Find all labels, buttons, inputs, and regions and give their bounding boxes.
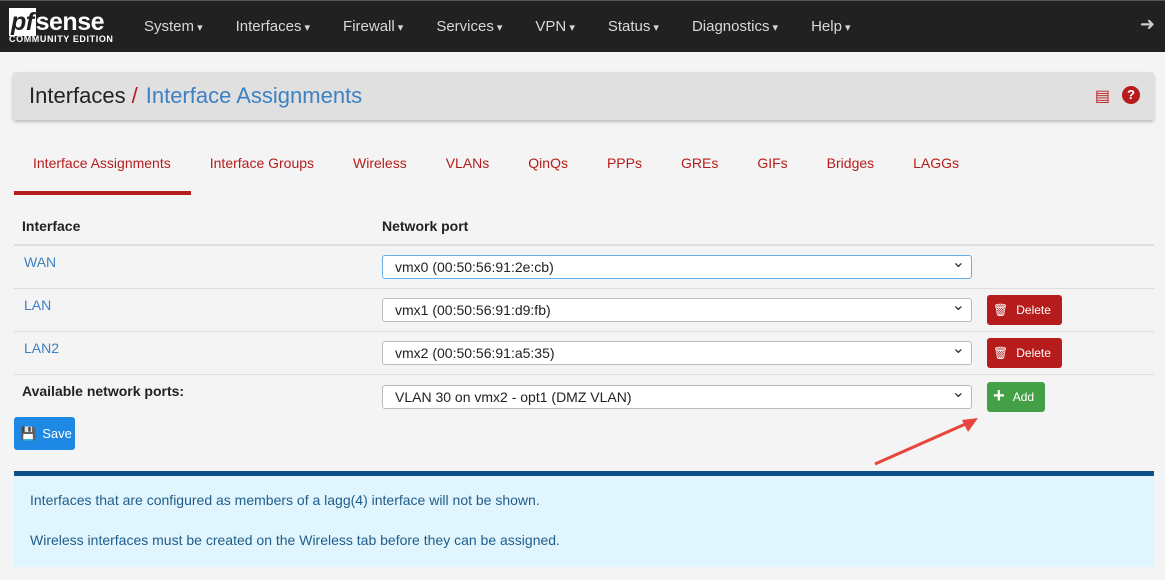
info-text: Wireless interfaces must be created on t… <box>30 532 560 548</box>
help-icon[interactable]: ? <box>1122 86 1140 104</box>
info-box: Interfaces that are configured as member… <box>14 471 1154 567</box>
trash-icon: 🗑 <box>993 303 1009 317</box>
tab-interface-groups[interactable]: Interface Groups <box>191 150 334 195</box>
breadcrumb-separator: / <box>131 83 138 108</box>
table-row: LAN vmx1 (00:50:56:91:d9:fb) 🗑Delete <box>14 289 1154 332</box>
trash-icon: 🗑 <box>993 346 1009 360</box>
nav-services[interactable]: Services <box>422 18 521 35</box>
save-button[interactable]: 💾 Save <box>14 417 75 450</box>
interface-link[interactable]: LAN <box>24 297 51 313</box>
nav-system[interactable]: System <box>130 18 222 35</box>
tab-wireless[interactable]: Wireless <box>334 150 427 195</box>
annotation-arrow <box>874 418 978 466</box>
tab-qinqs[interactable]: QinQs <box>509 150 588 195</box>
port-select[interactable]: vmx1 (00:50:56:91:d9:fb) <box>382 295 972 322</box>
nav-status[interactable]: Status <box>594 18 678 35</box>
nav-help[interactable]: Help <box>797 18 869 35</box>
nav-vpn[interactable]: VPN <box>521 18 593 35</box>
interface-link[interactable]: LAN2 <box>24 340 59 356</box>
port-select[interactable]: vmx2 (00:50:56:91:a5:35) <box>382 338 972 365</box>
tab-vlans[interactable]: VLANs <box>427 150 510 195</box>
tab-bar: Interface Assignments Interface Groups W… <box>14 150 979 195</box>
add-button[interactable]: + Add <box>987 381 1046 412</box>
nav-firewall[interactable]: Firewall <box>329 18 422 35</box>
breadcrumb-current[interactable]: Interface Assignments <box>146 83 362 109</box>
logo-pf: pf <box>9 7 36 36</box>
header-interface: Interface <box>22 218 81 234</box>
header-network-port: Network port <box>382 218 469 234</box>
tab-laggs[interactable]: LAGGs <box>894 150 979 195</box>
info-text: Interfaces that are configured as member… <box>30 492 540 508</box>
tab-gres[interactable]: GREs <box>662 150 738 195</box>
breadcrumb-parent[interactable]: Interfaces <box>29 83 126 109</box>
delete-button[interactable]: 🗑 Delete <box>987 295 1062 325</box>
logo-sense: sense <box>35 7 105 36</box>
pfsense-logo[interactable]: pfsense COMMUNITY EDITION <box>0 7 130 44</box>
tab-interface-assignments[interactable]: Interface Assignments <box>14 150 191 195</box>
tab-gifs[interactable]: GIFs <box>738 150 807 195</box>
table-row: LAN2 vmx2 (00:50:56:91:a5:35) 🗑Delete <box>14 332 1154 375</box>
available-port-select[interactable]: VLAN 30 on vmx2 - opt1 (DMZ VLAN) <box>382 382 972 409</box>
port-select[interactable]: vmx0 (00:50:56:91:2e:cb) <box>382 252 972 279</box>
nav-diagnostics[interactable]: Diagnostics <box>678 18 797 35</box>
interface-table: Interface Network port WAN vmx0 (00:50:56:… <box>14 208 1154 418</box>
breadcrumb: Interfaces / Interface Assignments ▤? <box>13 72 1154 120</box>
tab-ppps[interactable]: PPPs <box>588 150 662 195</box>
nav-interfaces[interactable]: Interfaces <box>222 18 329 35</box>
tab-bridges[interactable]: Bridges <box>808 150 894 195</box>
delete-button[interactable]: 🗑 Delete <box>987 338 1062 368</box>
available-ports-label: Available network ports: <box>22 383 185 399</box>
save-icon: 💾 <box>20 425 37 441</box>
table-row: WAN vmx0 (00:50:56:91:2e:cb) <box>14 246 1154 289</box>
logo-edition: COMMUNITY EDITION <box>9 33 114 44</box>
logout-icon[interactable]: ➜ <box>1140 14 1155 35</box>
chart-icon[interactable]: ▤ <box>1095 86 1110 106</box>
interface-link[interactable]: WAN <box>24 254 56 270</box>
plus-icon: + <box>993 385 1005 407</box>
top-navbar: pfsense COMMUNITY EDITION System Interfa… <box>0 0 1165 52</box>
